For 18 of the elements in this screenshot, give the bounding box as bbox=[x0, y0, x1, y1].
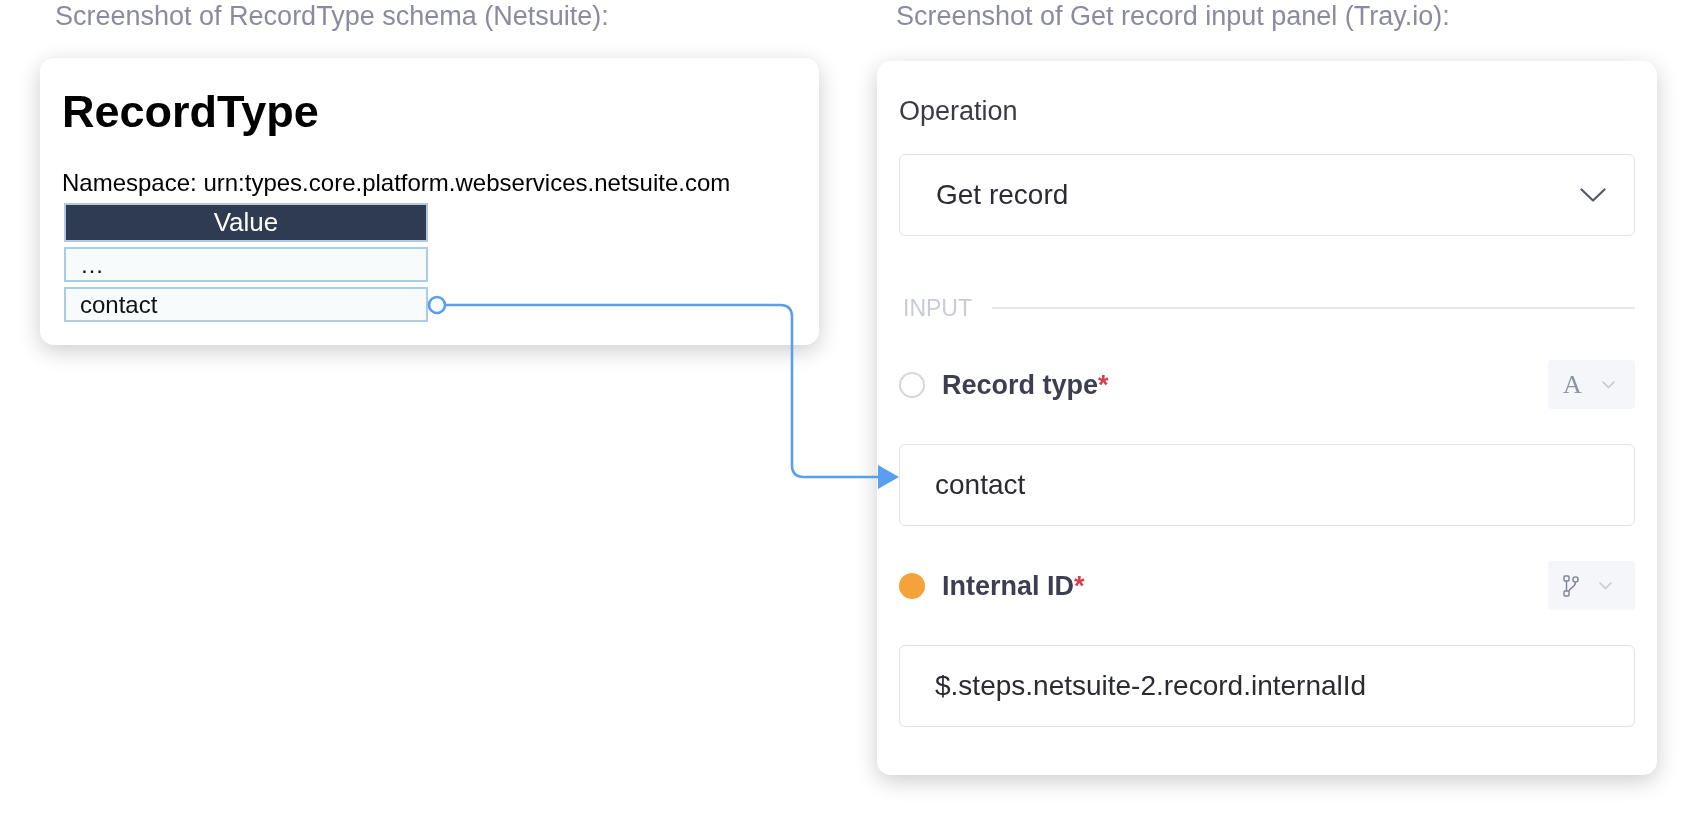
figure-caption: Screenshot of Get record input panel (Tray.io): bbox=[896, 0, 1450, 32]
field-label: Internal ID* bbox=[942, 569, 1085, 602]
type-select-button[interactable] bbox=[1548, 561, 1635, 610]
namespace-text: Namespace: urn:types.core.platform.webservices.netsuite.com bbox=[62, 169, 732, 197]
table-cell: … bbox=[64, 247, 428, 282]
field-label: Record type* bbox=[942, 368, 1109, 401]
figure-caption: Screenshot of RecordType schema (Netsuite): bbox=[55, 0, 609, 32]
column-header: Value bbox=[64, 203, 428, 242]
branch-icon bbox=[1563, 574, 1579, 597]
chevron-down-icon bbox=[1580, 188, 1606, 202]
field-label: Operation bbox=[899, 95, 1019, 127]
chevron-down-icon bbox=[1599, 581, 1612, 590]
input-field[interactable]: $.steps.netsuite-2.record.internalId bbox=[899, 645, 1635, 727]
schema-title: RecordType bbox=[62, 86, 320, 138]
table-cell: contact bbox=[64, 287, 428, 322]
chevron-down-icon bbox=[1601, 380, 1615, 389]
operation-dropdown[interactable]: Get record bbox=[899, 154, 1635, 236]
input-field[interactable]: contact bbox=[899, 444, 1635, 526]
